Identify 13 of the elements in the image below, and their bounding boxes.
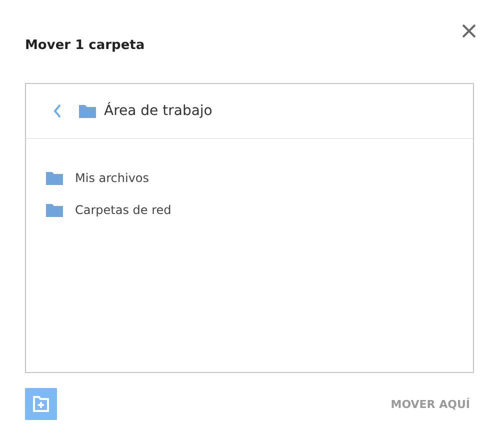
new-folder-button[interactable]: [25, 388, 57, 420]
back-button[interactable]: [53, 104, 62, 118]
folder-item[interactable]: Carpetas de red: [26, 194, 473, 226]
folder-plus-icon: [33, 396, 49, 412]
folder-icon: [46, 172, 63, 184]
folder-icon: [79, 104, 96, 118]
dialog-title: Mover 1 carpeta: [25, 38, 145, 53]
folder-icon: [46, 204, 63, 216]
chevron-left-icon: [53, 104, 62, 118]
folder-item[interactable]: Mis archivos: [26, 162, 473, 194]
current-folder: Área de trabajo: [104, 103, 212, 119]
close-icon: [462, 24, 476, 38]
close-button[interactable]: [460, 22, 478, 40]
